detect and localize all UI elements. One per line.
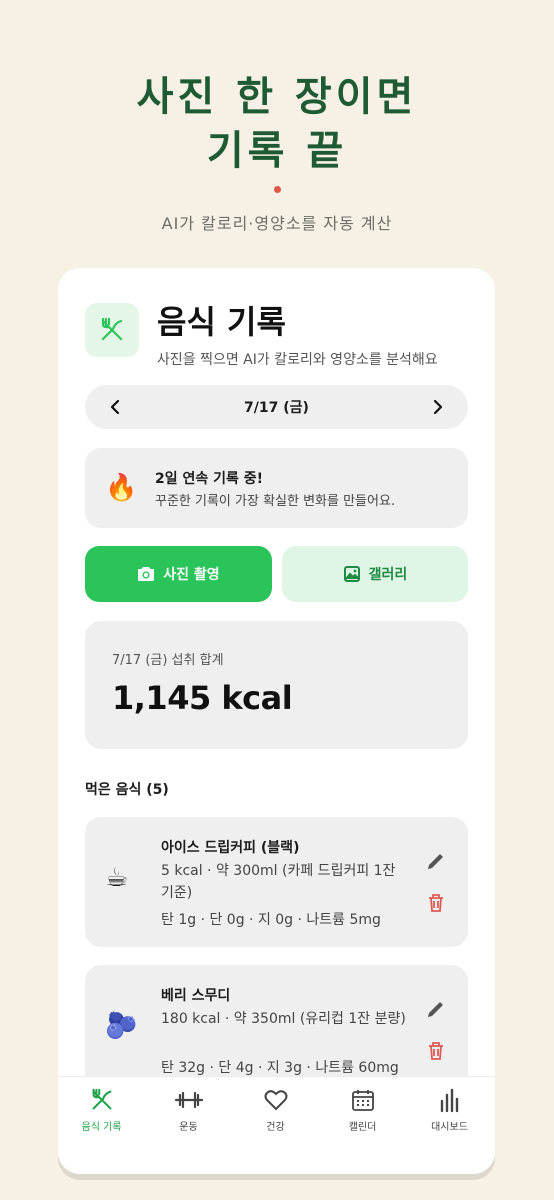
edit-button[interactable] bbox=[424, 849, 448, 873]
phone-screen: 음식 기록 사진을 찍으면 AI가 칼로리와 영양소를 분석해요 7/17 (금… bbox=[58, 268, 495, 1174]
tab-health[interactable]: 건강 bbox=[232, 1085, 319, 1133]
food-list-title: 먹은 음식 (5) bbox=[85, 782, 169, 798]
list-item[interactable]: ☕ 아이스 드립커피 (블랙) 5 kcal · 약 300ml (카페 드립커… bbox=[85, 817, 468, 947]
food-macros: 탄 1g · 단 0g · 지 0g · 나트륨 5mg bbox=[161, 912, 381, 928]
current-date[interactable]: 7/17 (금) bbox=[85, 397, 468, 417]
edit-button[interactable] bbox=[424, 997, 448, 1021]
food-description: 5 kcal · 약 300ml (카페 드립커피 1잔 기준) bbox=[161, 863, 396, 901]
food-description: 180 kcal · 약 350ml (유리컵 1잔 분량) bbox=[161, 1011, 406, 1027]
coffee-icon: ☕ bbox=[105, 863, 129, 893]
hero-title-line2: 기록 끝 bbox=[206, 128, 348, 174]
summary-total-calories: 1,145 kcal bbox=[112, 679, 293, 717]
heart-icon bbox=[264, 1090, 287, 1111]
tab-dashboard[interactable]: 대시보드 bbox=[406, 1085, 493, 1133]
intake-summary: 7/17 (금) 섭취 합계 1,145 kcal bbox=[85, 621, 468, 749]
next-date-button[interactable] bbox=[416, 385, 460, 429]
tab-label: 운동 bbox=[179, 1122, 198, 1133]
pencil-icon bbox=[428, 1002, 443, 1017]
camera-icon bbox=[138, 567, 155, 581]
tab-calendar[interactable]: 캘린더 bbox=[319, 1085, 406, 1133]
streak-banner: 🔥 2일 연속 기록 중! 꾸준한 기록이 가장 확실한 변화를 만들어요. bbox=[85, 448, 468, 528]
hero-title-line1: 사진 한 장이면 bbox=[136, 74, 418, 120]
hero-subtitle: AI가 칼로리·영양소를 자동 계산 bbox=[161, 214, 393, 233]
pencil-icon bbox=[428, 854, 443, 869]
blueberry-icon: 🫐 bbox=[105, 1011, 138, 1041]
page-description: 사진을 찍으면 AI가 칼로리와 영양소를 분석해요 bbox=[157, 352, 438, 368]
tab-label: 캘린더 bbox=[348, 1122, 377, 1133]
bottom-tab-bar: 음식 기록 운동 건강 캘린더 대시보드 bbox=[58, 1076, 495, 1174]
app-header: 음식 기록 사진을 찍으면 AI가 칼로리와 영양소를 분석해요 bbox=[85, 303, 475, 368]
hero-dot bbox=[274, 186, 281, 193]
date-navigator: 7/17 (금) bbox=[85, 385, 468, 429]
image-icon bbox=[343, 566, 360, 582]
chevron-right-icon bbox=[433, 399, 443, 415]
trash-icon bbox=[429, 894, 443, 912]
tab-exercise[interactable]: 운동 bbox=[145, 1085, 232, 1133]
calendar-icon bbox=[351, 1090, 374, 1111]
hero-title: 사진 한 장이면 기록 끝 bbox=[0, 70, 554, 178]
trash-icon bbox=[429, 1042, 443, 1060]
camera-button[interactable]: 사진 촬영 bbox=[85, 546, 272, 602]
page-title: 음식 기록 bbox=[157, 303, 286, 341]
food-name: 아이스 드립커피 (블랙) bbox=[161, 840, 300, 856]
delete-button[interactable] bbox=[424, 891, 448, 915]
delete-button[interactable] bbox=[424, 1039, 448, 1063]
food-macros: 탄 32g · 단 4g · 지 3g · 나트륨 60mg bbox=[161, 1060, 399, 1076]
streak-description: 꾸준한 기록이 가장 확실한 변화를 만들어요. bbox=[155, 494, 396, 509]
tab-food-log[interactable]: 음식 기록 bbox=[58, 1085, 145, 1133]
bar-chart-icon bbox=[440, 1088, 458, 1113]
gallery-button[interactable]: 갤러리 bbox=[282, 546, 468, 602]
gallery-button-label: 갤러리 bbox=[368, 567, 408, 583]
camera-button-label: 사진 촬영 bbox=[163, 567, 220, 583]
tab-label: 음식 기록 bbox=[81, 1122, 122, 1133]
fire-icon: 🔥 bbox=[105, 473, 138, 503]
food-name: 베리 스무디 bbox=[161, 988, 231, 1004]
utensils-icon bbox=[92, 1088, 111, 1110]
streak-title: 2일 연속 기록 중! bbox=[155, 471, 264, 487]
utensils-icon bbox=[85, 303, 139, 357]
tab-label: 대시보드 bbox=[431, 1122, 468, 1133]
tab-label: 건강 bbox=[266, 1122, 285, 1133]
summary-label: 7/17 (금) 섭취 합계 bbox=[112, 653, 224, 668]
dumbbell-icon bbox=[174, 1091, 203, 1109]
